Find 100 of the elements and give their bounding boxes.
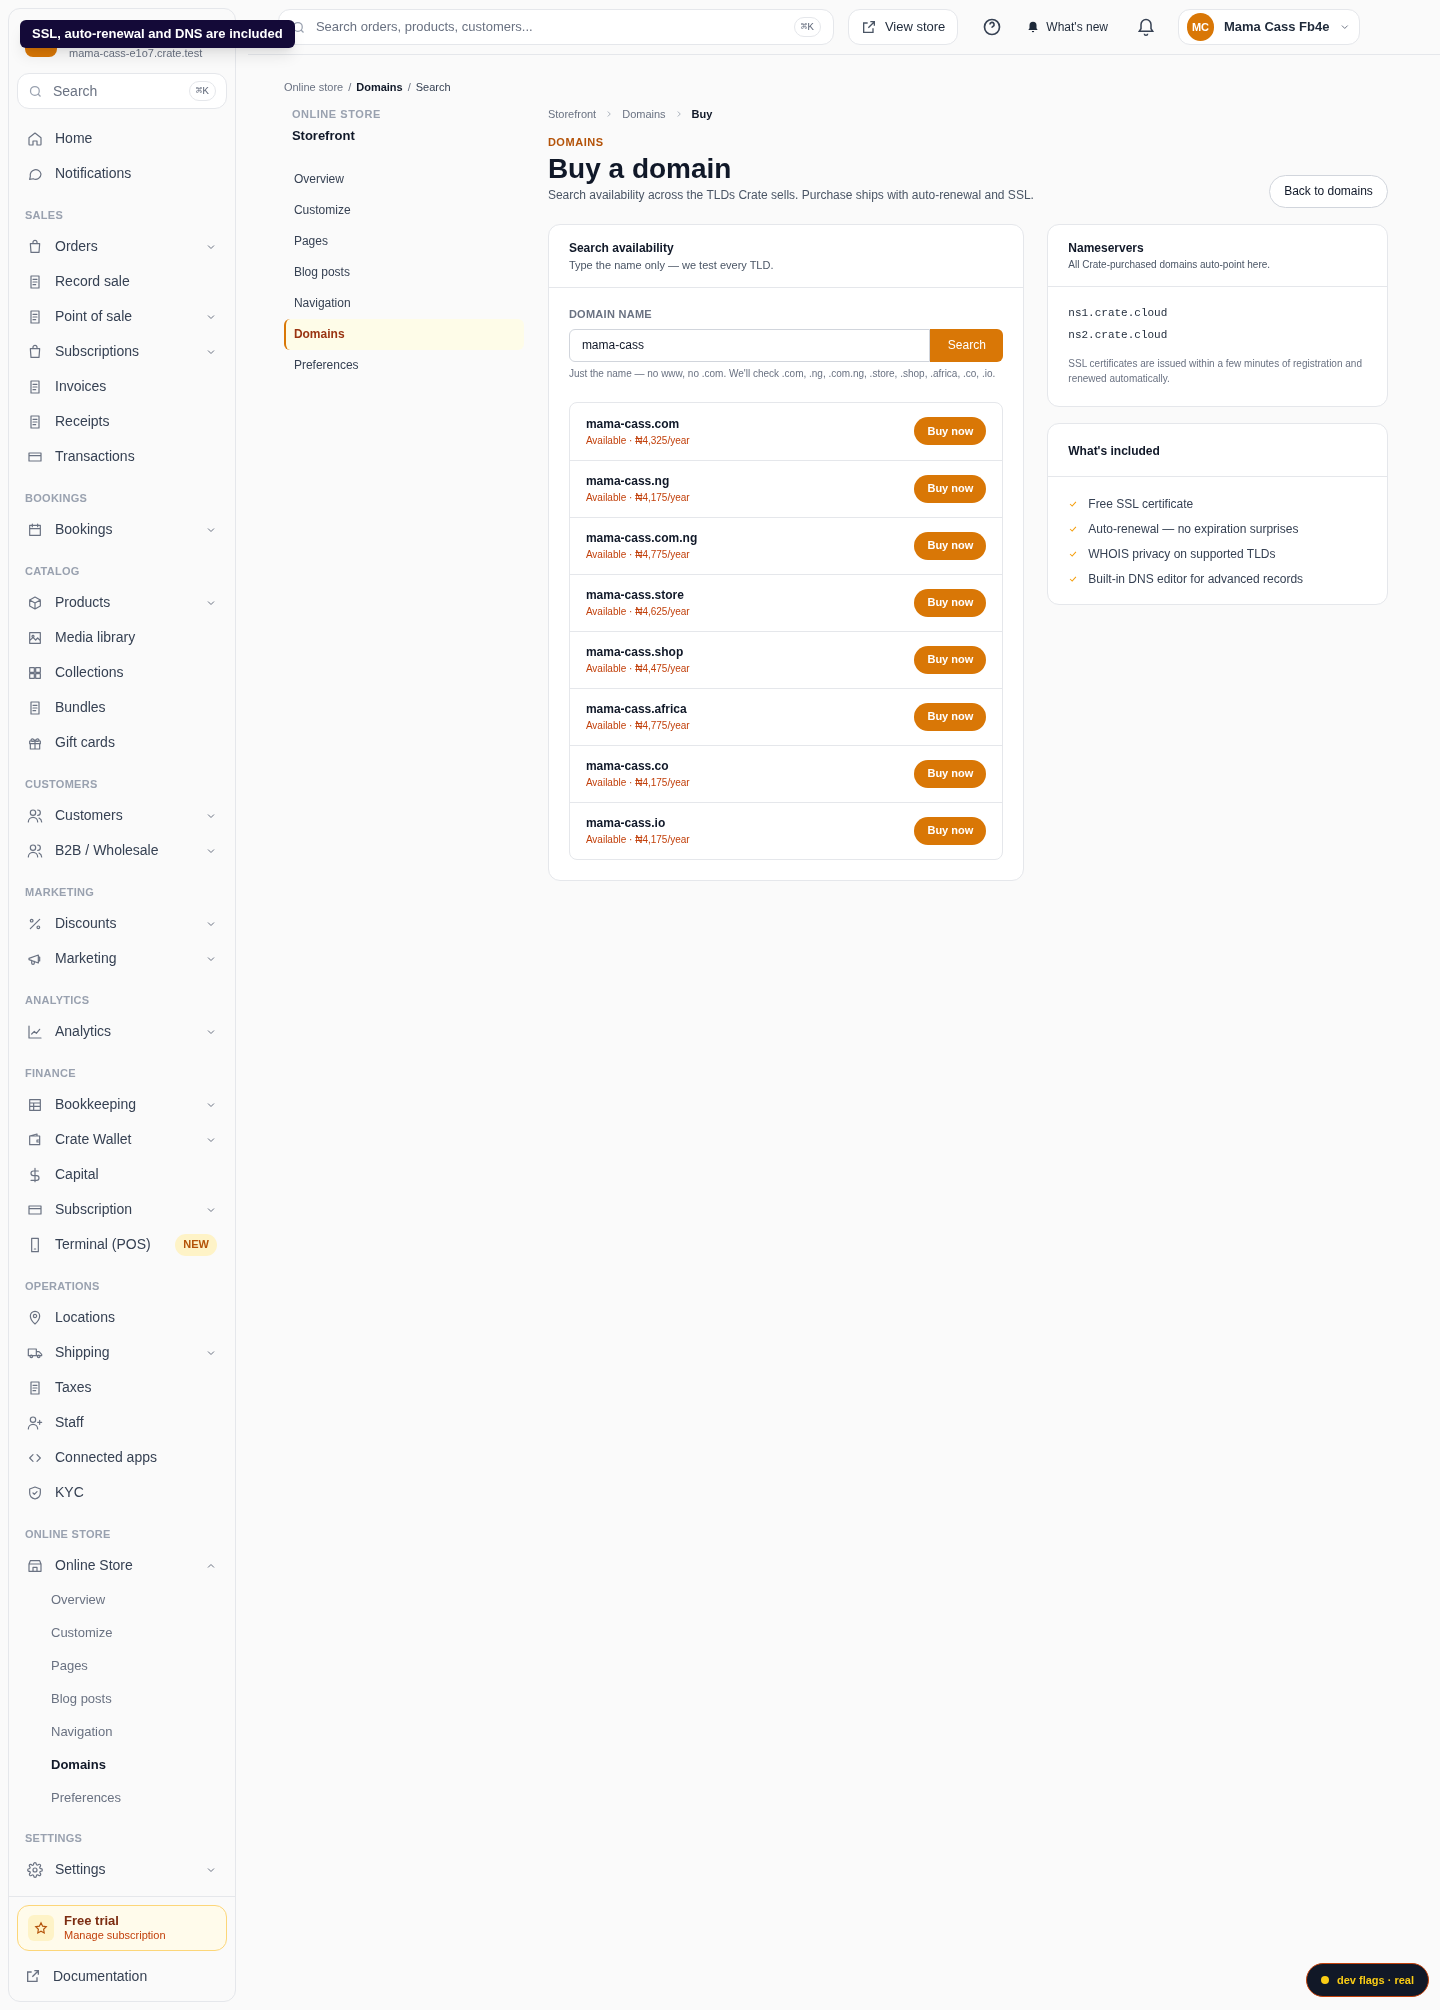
breadcrumb-separator: / xyxy=(407,80,411,95)
card-title: What's included xyxy=(1068,443,1160,458)
notifications-bell-icon[interactable] xyxy=(1136,17,1156,37)
nav-item[interactable]: Connected apps xyxy=(17,1440,227,1475)
nav-item[interactable]: Notifications xyxy=(17,156,227,191)
nav-item[interactable]: Terminal (POS) NEW xyxy=(17,1227,227,1262)
breadcrumb-link[interactable]: Online store xyxy=(283,79,344,96)
account-menu-button[interactable]: MC Mama Cass Fb4e xyxy=(1178,9,1360,45)
nav-item[interactable]: Bookkeeping xyxy=(17,1087,227,1122)
nav-item[interactable]: Point of sale xyxy=(17,299,227,334)
store-nav-item[interactable]: Preferences xyxy=(283,349,524,381)
store-nav-title: Storefront xyxy=(290,127,356,145)
nav-item[interactable]: Customers xyxy=(17,798,227,833)
nav-item[interactable]: Invoices xyxy=(17,369,227,404)
page-eyebrow: DOMAINS xyxy=(547,135,605,150)
section-heading: SETTINGS xyxy=(24,1830,84,1846)
section-heading: CATALOG xyxy=(24,563,81,579)
store-nav-item[interactable]: Overview xyxy=(283,163,524,195)
nav-item[interactable]: Products xyxy=(17,585,227,620)
settings-icon xyxy=(27,1861,43,1878)
page-subtitle: Search availability across the TLDs Crate sells. Purchase ships with auto-renewal and SSL. xyxy=(547,186,1034,204)
shield-icon xyxy=(27,1484,43,1501)
nav-subitem[interactable]: Pages xyxy=(17,1649,227,1682)
nav-item[interactable]: Receipts xyxy=(17,404,227,439)
breadcrumb-separator: / xyxy=(348,80,352,95)
nav-item[interactable]: Shipping xyxy=(17,1335,227,1370)
domain-name: mama-cass.africa xyxy=(585,701,688,718)
nav-subitem[interactable]: Navigation xyxy=(17,1715,227,1748)
nav-item[interactable]: Staff xyxy=(17,1405,227,1440)
nav-item[interactable]: Subscription xyxy=(17,1192,227,1227)
search-icon xyxy=(28,83,43,99)
wallet-icon xyxy=(27,1131,43,1148)
document-icon xyxy=(27,378,43,395)
breadcrumb-link[interactable]: Search xyxy=(415,79,451,96)
breadcrumb-link[interactable]: Storefront xyxy=(547,105,597,122)
help-icon[interactable] xyxy=(982,17,1003,37)
documentation-link[interactable]: Documentation xyxy=(17,1959,227,1993)
document-icon xyxy=(27,308,43,325)
map-pin-icon xyxy=(27,1309,43,1326)
nav-item[interactable]: B2B / Wholesale xyxy=(17,833,227,868)
page-title: Buy a domain xyxy=(547,151,733,186)
nav-item[interactable]: Settings xyxy=(17,1852,227,1887)
store-nav-item[interactable]: Blog posts xyxy=(283,256,524,288)
nav-item[interactable]: Locations xyxy=(17,1300,227,1335)
section-heading: ANALYTICS xyxy=(24,992,91,1008)
nav-item[interactable]: Crate Wallet xyxy=(17,1122,227,1157)
manage-subscription-link[interactable]: Manage subscription xyxy=(64,1929,166,1943)
availability-price: Available · ₦4,475/year xyxy=(585,662,691,676)
nav-item[interactable]: Marketing xyxy=(17,941,227,976)
document-icon xyxy=(27,699,43,716)
nav-item[interactable]: Bundles xyxy=(17,690,227,725)
dev-flags-badge[interactable]: dev flags · real xyxy=(1306,1963,1430,1997)
breadcrumb-link[interactable]: Domains xyxy=(356,79,403,96)
nav-subitem[interactable]: Preferences xyxy=(17,1781,227,1814)
nav-item[interactable]: Record sale xyxy=(17,264,227,299)
store-nav-item[interactable]: Domains xyxy=(283,318,524,350)
chart-icon xyxy=(27,1023,43,1040)
nav-item[interactable]: Orders xyxy=(17,229,227,264)
nav-item[interactable]: Analytics xyxy=(17,1014,227,1049)
nav-item[interactable]: Taxes xyxy=(17,1370,227,1405)
free-trial-card[interactable]: Free trial Manage subscription xyxy=(17,1905,227,1951)
breadcrumb-link[interactable]: Domains xyxy=(622,105,666,122)
dollar-icon xyxy=(27,1166,43,1183)
nameservers-note: SSL certificates are issued within a few minutes of registration and renewed automatically. xyxy=(1068,356,1363,386)
nav-item[interactable]: Online Store xyxy=(17,1548,227,1583)
included-feature: Auto-renewal — no expiration surprises xyxy=(1088,520,1299,538)
store-nav-item[interactable]: Pages xyxy=(283,225,524,257)
nav-subitem[interactable]: Blog posts xyxy=(17,1682,227,1715)
nav-item[interactable]: Capital xyxy=(17,1157,227,1192)
users-icon xyxy=(27,807,43,824)
view-store-button[interactable]: View store xyxy=(847,9,959,45)
nav-item[interactable]: Discounts xyxy=(17,906,227,941)
house-icon xyxy=(27,130,43,147)
document-icon xyxy=(27,1379,43,1396)
nav-item[interactable]: Bookings xyxy=(17,512,227,547)
nameserver: ns1.crate.cloud xyxy=(1068,305,1169,321)
nav-subitem[interactable]: Domains xyxy=(17,1748,227,1781)
nav-item[interactable]: Home xyxy=(17,121,227,156)
availability-price: Available · ₦4,775/year xyxy=(585,719,691,733)
section-heading: ONLINE STORE xyxy=(24,1526,112,1542)
nav-item[interactable]: Collections xyxy=(17,655,227,690)
store-nav-item[interactable]: Navigation xyxy=(283,287,524,319)
nav-item[interactable]: Transactions xyxy=(17,439,227,474)
nav-item[interactable]: Gift cards xyxy=(17,725,227,760)
nav-subitem[interactable]: Overview xyxy=(17,1583,227,1616)
field-label: DOMAIN NAME xyxy=(568,307,653,322)
store-nav-item[interactable]: Customize xyxy=(283,194,524,226)
nav-subitem[interactable]: Customize xyxy=(17,1616,227,1649)
nav-item[interactable]: Media library xyxy=(17,620,227,655)
included-feature: Free SSL certificate xyxy=(1088,495,1194,513)
back-to-domains-button[interactable]: Back to domains xyxy=(1269,174,1388,208)
search-field[interactable]: Search ⌘K xyxy=(17,73,227,109)
nav-item[interactable]: KYC xyxy=(17,1475,227,1510)
included-feature: Built-in DNS editor for advanced records xyxy=(1088,570,1304,588)
grid-icon xyxy=(27,664,43,681)
section-heading: OPERATIONS xyxy=(24,1278,101,1294)
whats-new-button[interactable]: What's new xyxy=(1020,9,1114,45)
domain-name-field[interactable]: mama-cass xyxy=(568,328,931,362)
breadcrumb-link[interactable]: Buy xyxy=(691,105,713,122)
nav-item[interactable]: Subscriptions xyxy=(17,334,227,369)
